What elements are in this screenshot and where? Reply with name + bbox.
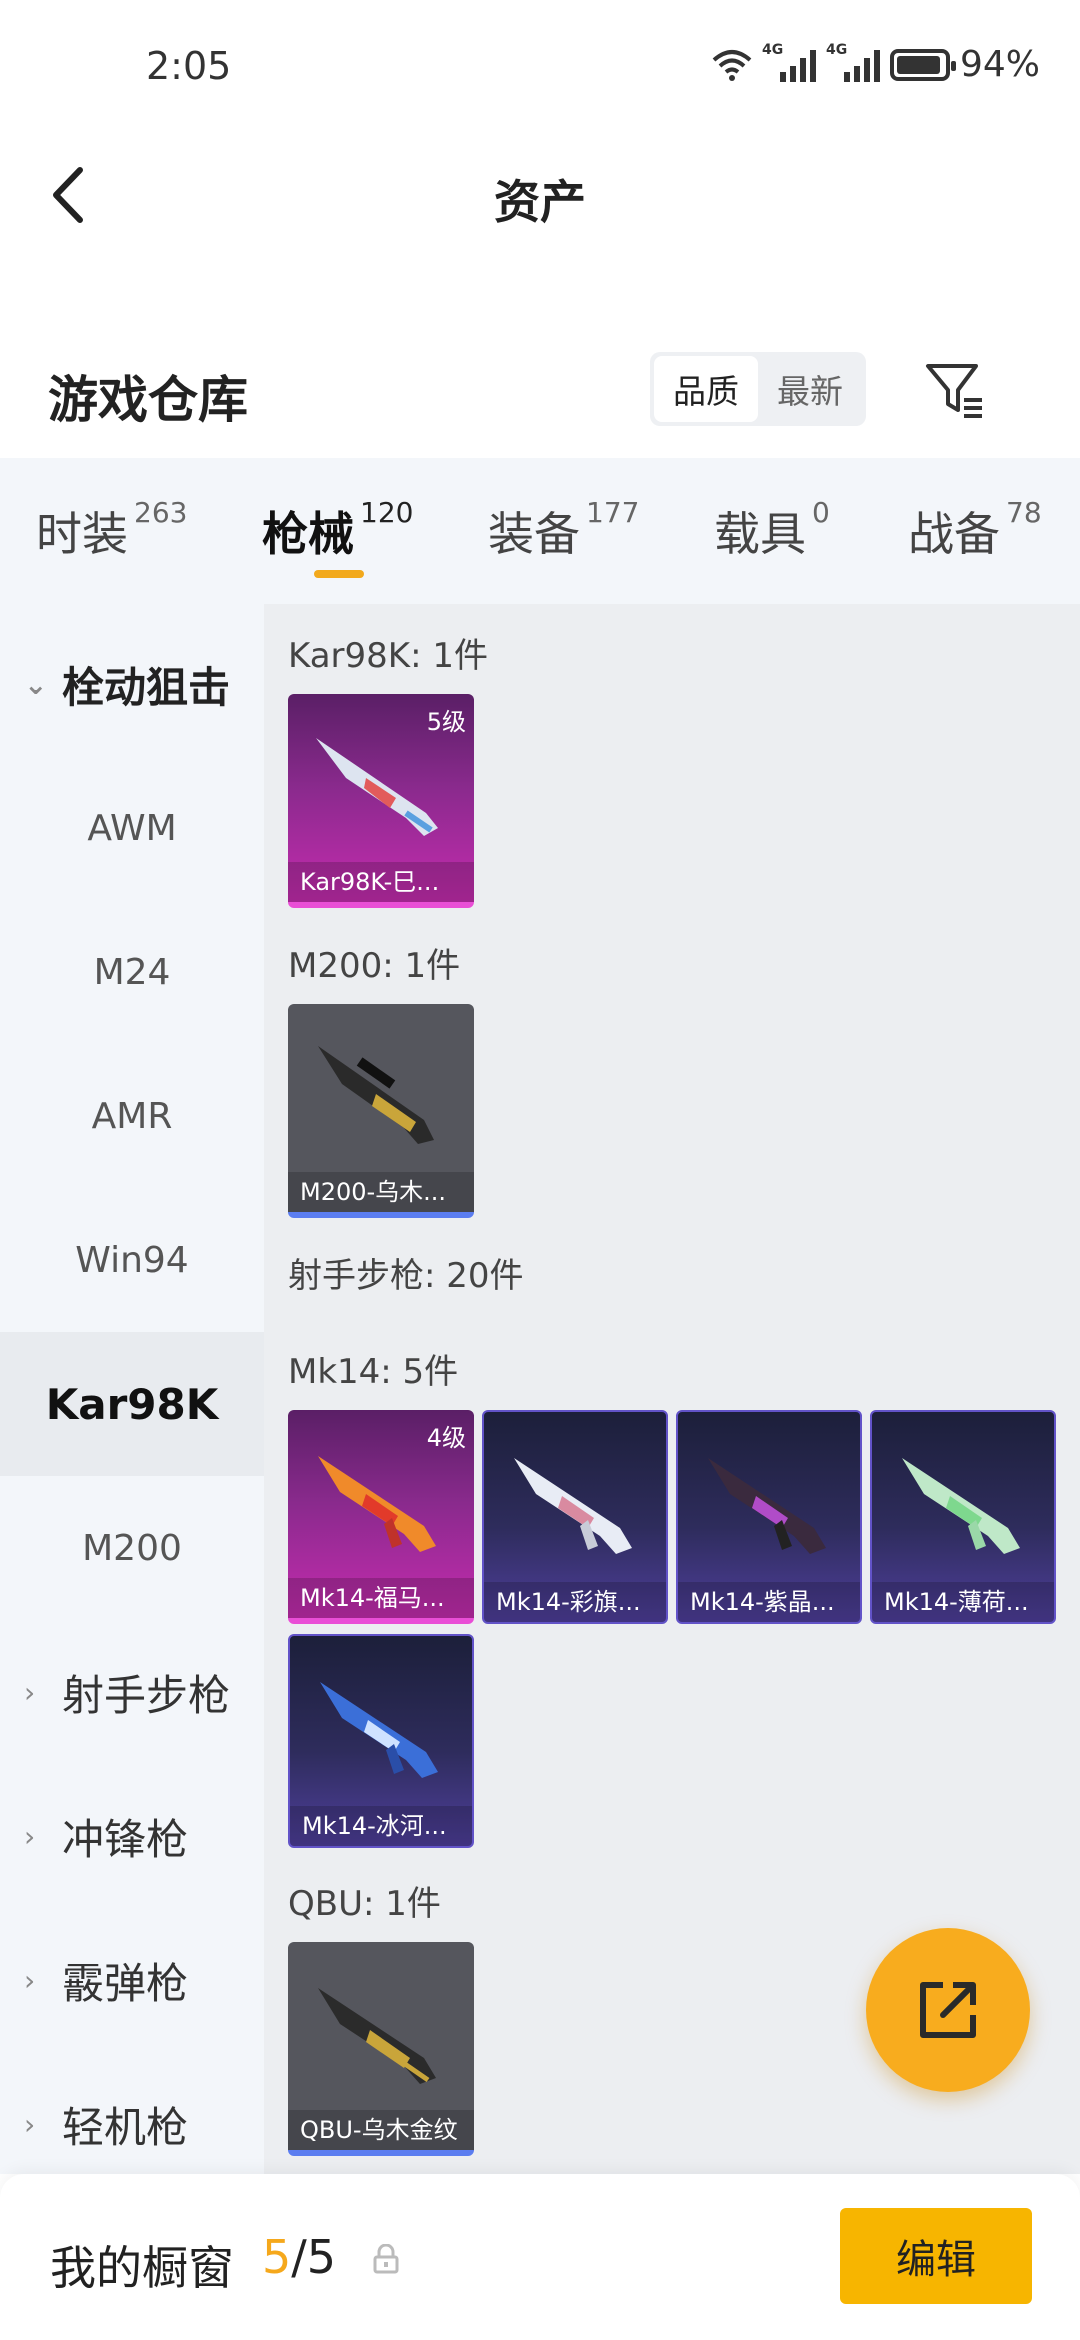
category-tabs: 时装 263 枪械 120 装备 177 载具 0 战备 78 <box>0 458 1080 604</box>
section-header-m200: M200: 1件 <box>288 946 461 986</box>
item-name: M200-乌木... <box>288 1172 474 1212</box>
sort-newest-button[interactable]: 最新 <box>758 356 862 422</box>
rifle-icon <box>318 1046 434 1144</box>
item-card[interactable]: M200-乌木... <box>288 1004 474 1218</box>
item-card[interactable]: 4级 Mk14-福马... <box>288 1410 474 1624</box>
chevron-right-icon: › <box>24 1675 36 1709</box>
item-card[interactable]: Mk14-彩旗... <box>482 1410 668 1624</box>
sidebar-group-shotgun[interactable]: › 霰弹枪 <box>0 1908 264 2052</box>
tab-label: 时装 <box>36 507 128 561</box>
tab-label: 枪械 <box>262 507 354 561</box>
lock-icon <box>373 2244 399 2274</box>
item-name: Mk14-紫晶... <box>678 1582 860 1622</box>
item-card[interactable]: QBU-乌木金纹 <box>288 1942 474 2156</box>
item-name: QBU-乌木金纹 <box>288 2110 474 2150</box>
tab-fashion[interactable]: 时装 263 <box>36 496 188 564</box>
sidebar-group-smg[interactable]: › 冲锋枪 <box>0 1764 264 1908</box>
sort-quality-button[interactable]: 品质 <box>654 356 758 422</box>
signal-icon-2: 4G <box>826 42 880 82</box>
rifle-icon <box>316 738 438 836</box>
section-header-dmr: 射手步枪: 20件 <box>288 1256 524 1296</box>
sidebar-group-label: 栓动狙击 <box>62 662 231 712</box>
status-time: 2:05 <box>146 44 232 88</box>
sidebar-group-bolt-action[interactable]: ⌄ 栓动狙击 <box>0 612 264 756</box>
item-level: 5级 <box>426 708 466 736</box>
item-card[interactable]: 5级 Kar98K-巳... <box>288 694 474 908</box>
rifle-icon <box>514 1458 632 1554</box>
sort-toggle: 品质 最新 <box>650 352 866 426</box>
sidebar-group-label: 霰弹枪 <box>62 1958 189 2008</box>
sidebar-item-kar98k[interactable]: Kar98K <box>0 1332 264 1476</box>
sidebar-group-label: 射手步枪 <box>62 1670 231 1720</box>
tab-equipment[interactable]: 装备 177 <box>488 496 640 564</box>
showcase-count: 5/5 <box>262 2230 336 2284</box>
tab-guns[interactable]: 枪械 120 <box>262 496 414 564</box>
showcase-bar: 我的橱窗 5/5 编辑 <box>0 2174 1080 2340</box>
item-name: Mk14-福马... <box>288 1578 474 1618</box>
app-header: 资产 <box>0 130 1080 260</box>
tab-count: 0 <box>812 496 830 529</box>
item-name: Mk14-彩旗... <box>484 1582 666 1622</box>
active-tab-indicator <box>314 570 364 578</box>
section-header-mk14: Mk14: 5件 <box>288 1352 459 1392</box>
item-card[interactable]: Mk14-冰河... <box>288 1634 474 1848</box>
tab-count: 177 <box>586 496 640 529</box>
chevron-down-icon: ⌄ <box>24 667 48 701</box>
item-card[interactable]: Mk14-紫晶... <box>676 1410 862 1624</box>
sidebar-group-label: 轻机枪 <box>62 2102 189 2152</box>
sidebar-item-awm[interactable]: AWM <box>0 756 264 900</box>
section-header-qbu: QBU: 1件 <box>288 1884 441 1924</box>
chevron-right-icon: › <box>24 2107 36 2141</box>
rifle-icon <box>318 1988 436 2084</box>
sidebar-group-dmr[interactable]: › 射手步枪 <box>0 1620 264 1764</box>
share-icon <box>920 1982 976 2038</box>
sidebar-item-m24[interactable]: M24 <box>0 900 264 1044</box>
battery-percent: 94% <box>959 44 1040 85</box>
showcase-label: 我的橱窗 <box>50 2241 234 2295</box>
edit-button[interactable]: 编辑 <box>840 2208 1032 2304</box>
tab-label: 装备 <box>488 507 580 561</box>
wifi-icon <box>712 49 752 81</box>
item-card[interactable]: Mk14-薄荷... <box>870 1410 1056 1624</box>
rifle-icon <box>318 1456 436 1552</box>
showcase-separator: / <box>291 2230 307 2284</box>
rifle-icon <box>320 1682 438 1778</box>
status-icons: 4G 4G 94% <box>712 42 1040 85</box>
tab-count: 120 <box>360 496 414 529</box>
signal-icon: 4G <box>762 42 816 82</box>
rifle-icon <box>902 1458 1020 1554</box>
tab-vehicles[interactable]: 载具 0 <box>714 496 830 564</box>
filter-button[interactable] <box>922 358 986 422</box>
tab-label: 载具 <box>714 507 806 561</box>
item-name: Kar98K-巳... <box>288 862 474 902</box>
warehouse-title: 游戏仓库 <box>48 371 248 429</box>
sidebar-item-amr[interactable]: AMR <box>0 1044 264 1188</box>
chevron-right-icon: › <box>24 1963 36 1997</box>
sidebar-item-m200[interactable]: M200 <box>0 1476 264 1620</box>
warehouse-row: 游戏仓库 品质 最新 <box>0 340 1080 460</box>
battery-icon <box>889 48 956 81</box>
item-name: Mk14-冰河... <box>290 1806 472 1846</box>
showcase-total: 5 <box>306 2230 337 2284</box>
page-title: 资产 <box>494 175 586 229</box>
status-bar: 2:05 4G 4G 94% <box>0 0 1080 130</box>
sidebar-group-label: 冲锋枪 <box>62 1814 189 1864</box>
chevron-right-icon: › <box>24 1819 36 1853</box>
showcase-current: 5 <box>262 2230 292 2284</box>
section-header-kar98k: Kar98K: 1件 <box>288 636 488 676</box>
tab-supplies[interactable]: 战备 78 <box>908 496 1042 564</box>
share-fab[interactable] <box>866 1928 1030 2092</box>
rifle-icon <box>708 1458 826 1554</box>
weapon-sidebar: ⌄ 栓动狙击 AWM M24 AMR Win94 Kar98K M200 › 射… <box>0 604 264 2174</box>
item-name: Mk14-薄荷... <box>872 1582 1054 1622</box>
filter-icon <box>926 364 982 418</box>
tab-count: 263 <box>134 496 188 529</box>
tab-label: 战备 <box>908 507 1000 561</box>
item-level: 4级 <box>426 1424 466 1452</box>
tab-count: 78 <box>1006 496 1042 529</box>
sidebar-item-win94[interactable]: Win94 <box>0 1188 264 1332</box>
